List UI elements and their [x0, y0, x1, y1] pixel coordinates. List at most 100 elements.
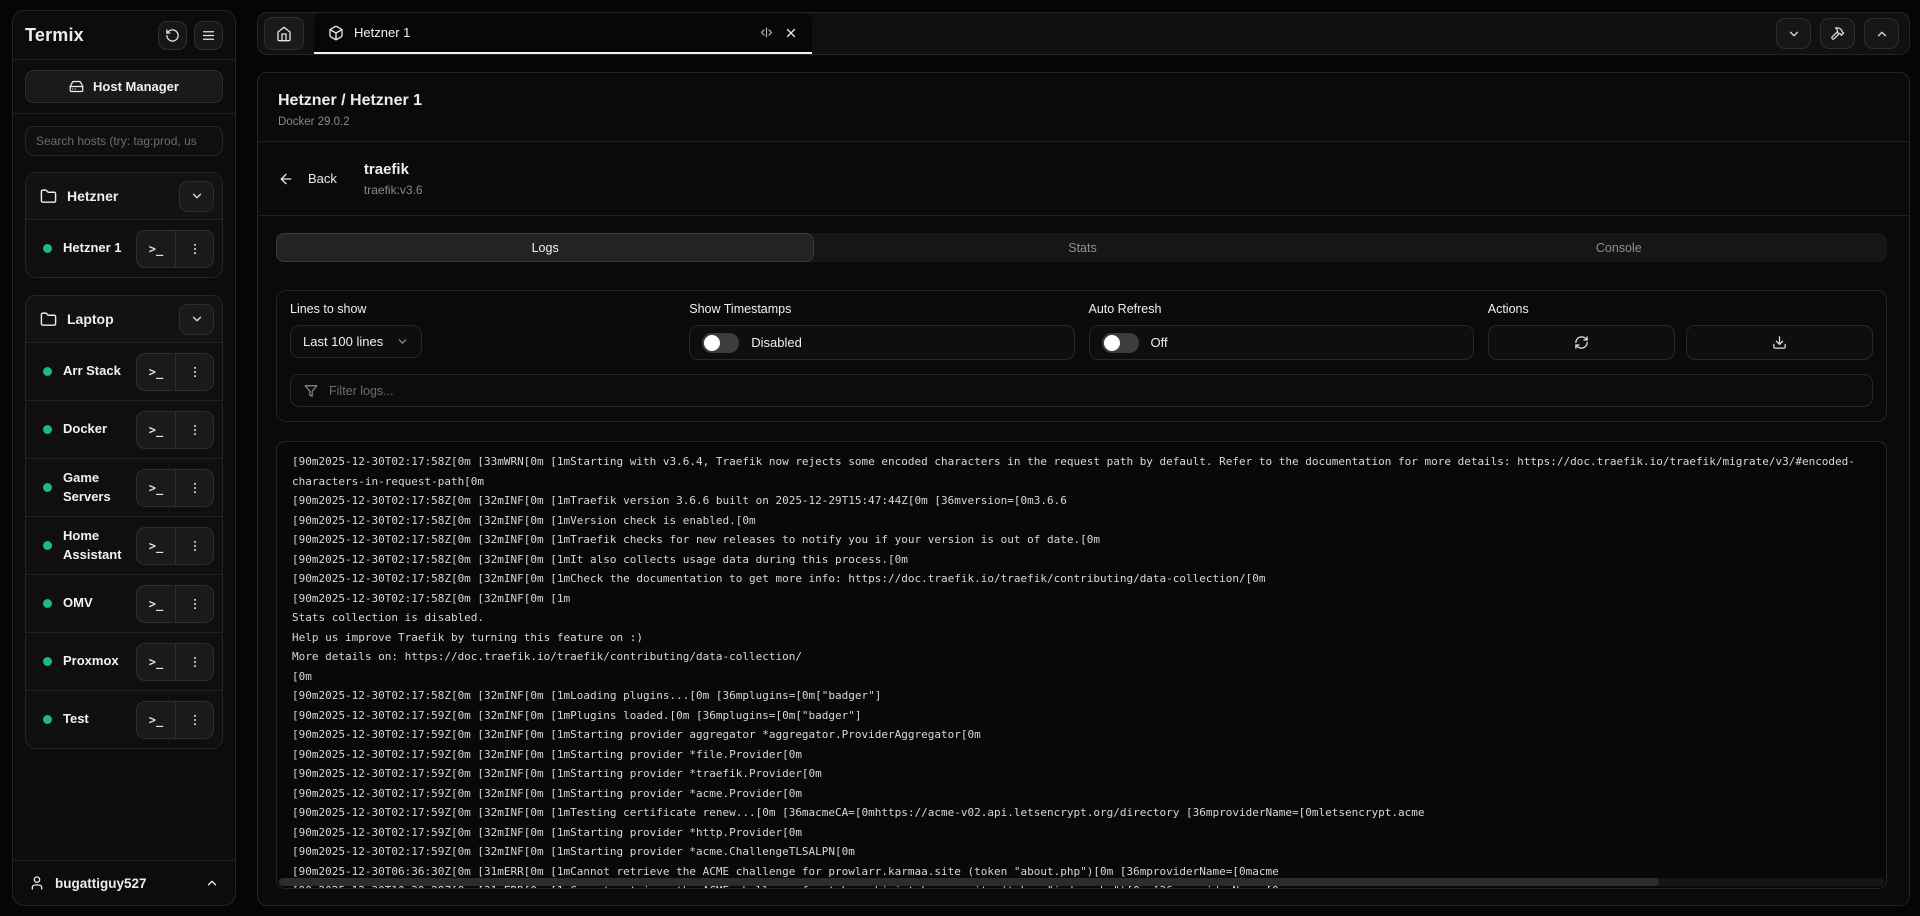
open-terminal-button[interactable]: >_	[137, 702, 175, 738]
horizontal-scrollbar	[279, 878, 1884, 886]
kebab-menu-icon	[188, 242, 202, 256]
refresh-logs-button[interactable]	[1488, 325, 1675, 360]
log-line: [90m2025-12-30T02:17:59Z[0m [32mINF[0m […	[292, 803, 1886, 823]
download-logs-button[interactable]	[1686, 325, 1873, 360]
panel-down-button[interactable]	[1776, 18, 1811, 49]
log-line: [90m2025-12-30T02:17:58Z[0m [32mINF[0m […	[292, 530, 1886, 550]
log-line: Help us improve Traefik by turning this …	[292, 628, 1886, 648]
refresh-hosts-button[interactable]	[158, 21, 187, 50]
kebab-menu-icon	[188, 713, 202, 727]
host-name: OMV	[63, 594, 125, 612]
host-actions: >_	[136, 353, 214, 391]
status-online-dot	[43, 599, 52, 608]
timestamps-state: Disabled	[751, 335, 802, 350]
host-menu-button[interactable]	[175, 586, 213, 622]
terminal-icon: >_	[149, 242, 163, 256]
home-button[interactable]	[264, 17, 304, 50]
host-name: Proxmox	[63, 652, 125, 670]
kebab-menu-icon	[188, 597, 202, 611]
log-line: [90m2025-12-30T02:17:59Z[0m [32mINF[0m […	[292, 842, 1886, 862]
host-menu-button[interactable]	[175, 354, 213, 390]
host-row[interactable]: Game Servers >_	[26, 458, 222, 516]
menu-icon	[201, 28, 216, 43]
actions-group: Actions	[1488, 302, 1873, 360]
host-name: Arr Stack	[63, 362, 125, 380]
filter-logs-input[interactable]	[329, 384, 1859, 398]
log-output[interactable]: [90m2025-12-30T02:17:58Z[0m [33mWRN[0m […	[276, 441, 1887, 889]
host-row[interactable]: Arr Stack >_	[26, 342, 222, 400]
host-actions: >_	[136, 585, 214, 623]
app-title: Termix	[25, 25, 151, 46]
open-terminal-button[interactable]: >_	[137, 644, 175, 680]
auto-refresh-toggle-box: Off	[1089, 325, 1474, 360]
host-name: Hetzner 1	[63, 239, 125, 257]
host-row[interactable]: OMV >_	[26, 574, 222, 632]
tab-logs[interactable]: Logs	[276, 233, 814, 262]
log-line: [0m	[292, 667, 1886, 687]
auto-refresh-toggle[interactable]	[1102, 333, 1139, 353]
host-row[interactable]: Docker >_	[26, 400, 222, 458]
back-button[interactable]: Back	[278, 171, 337, 187]
host-row[interactable]: Proxmox >_	[26, 632, 222, 690]
terminal-icon: >_	[149, 539, 163, 553]
status-online-dot	[43, 367, 52, 376]
host-menu-button[interactable]	[175, 231, 213, 267]
log-line: [90m2025-12-30T02:17:58Z[0m [32mINF[0m […	[292, 569, 1886, 589]
rotate-ccw-icon	[165, 28, 180, 43]
status-online-dot	[43, 244, 52, 253]
host-row[interactable]: Home Assistant >_	[26, 516, 222, 574]
open-terminal-button[interactable]: >_	[137, 586, 175, 622]
host-actions: >_	[136, 469, 214, 507]
open-terminal-button[interactable]: >_	[137, 412, 175, 448]
collapse-group-button[interactable]	[179, 181, 214, 212]
log-line: [90m2025-12-30T02:17:59Z[0m [32mINF[0m […	[292, 823, 1886, 843]
tools-button[interactable]	[1820, 18, 1855, 49]
lines-select[interactable]: Last 100 lines	[290, 325, 422, 358]
host-menu-button[interactable]	[175, 644, 213, 680]
container-header: Back traefik traefik:v3.6	[258, 142, 1909, 216]
open-terminal-button[interactable]: >_	[137, 354, 175, 390]
username: bugattiguy527	[55, 876, 195, 891]
download-icon	[1772, 335, 1787, 350]
host-row[interactable]: Hetzner 1 >_	[26, 219, 222, 277]
open-terminal-button[interactable]: >_	[137, 470, 175, 506]
panel-up-button[interactable]	[1864, 18, 1899, 49]
auto-refresh-label: Auto Refresh	[1089, 302, 1474, 316]
lines-to-show-label: Lines to show	[290, 302, 675, 316]
terminal-icon: >_	[149, 423, 163, 437]
host-search-section	[13, 114, 235, 160]
open-terminal-button[interactable]: >_	[137, 231, 175, 267]
group-label: Laptop	[67, 311, 169, 327]
sidebar: Termix Host Manager	[12, 10, 236, 906]
scrollbar-thumb[interactable]	[279, 878, 1659, 886]
tab-stats[interactable]: Stats	[814, 233, 1350, 262]
refresh-icon	[1574, 335, 1589, 350]
status-online-dot	[43, 425, 52, 434]
user-menu[interactable]: bugattiguy527	[13, 860, 235, 905]
host-name: Docker	[63, 420, 125, 438]
host-menu-button[interactable]	[175, 470, 213, 506]
terminal-icon: >_	[149, 713, 163, 727]
sidebar-spacer	[13, 805, 235, 861]
group-host-list: Hetzner 1 >_	[26, 219, 222, 277]
tab-hetzner-1[interactable]: Hetzner 1	[314, 13, 812, 54]
sidebar-menu-button[interactable]	[194, 21, 223, 50]
search-input[interactable]	[25, 126, 223, 156]
close-icon[interactable]	[784, 26, 798, 40]
host-menu-button[interactable]	[175, 702, 213, 738]
host-menu-button[interactable]	[175, 412, 213, 448]
host-menu-button[interactable]	[175, 528, 213, 564]
collapse-group-button[interactable]	[179, 304, 214, 335]
host-manager-button[interactable]: Host Manager	[25, 70, 223, 103]
host-row[interactable]: Test >_	[26, 690, 222, 748]
open-terminal-button[interactable]: >_	[137, 528, 175, 564]
timestamps-toggle[interactable]	[702, 333, 739, 353]
split-view-icon[interactable]	[759, 25, 774, 40]
host-actions: >_	[136, 527, 214, 565]
lines-select-value: Last 100 lines	[303, 334, 383, 349]
container-identity: traefik traefik:v3.6	[364, 161, 423, 197]
host-actions: >_	[136, 701, 214, 739]
host-actions: >_	[136, 230, 214, 268]
host-manager-section: Host Manager	[13, 60, 235, 114]
tab-console[interactable]: Console	[1351, 233, 1887, 262]
